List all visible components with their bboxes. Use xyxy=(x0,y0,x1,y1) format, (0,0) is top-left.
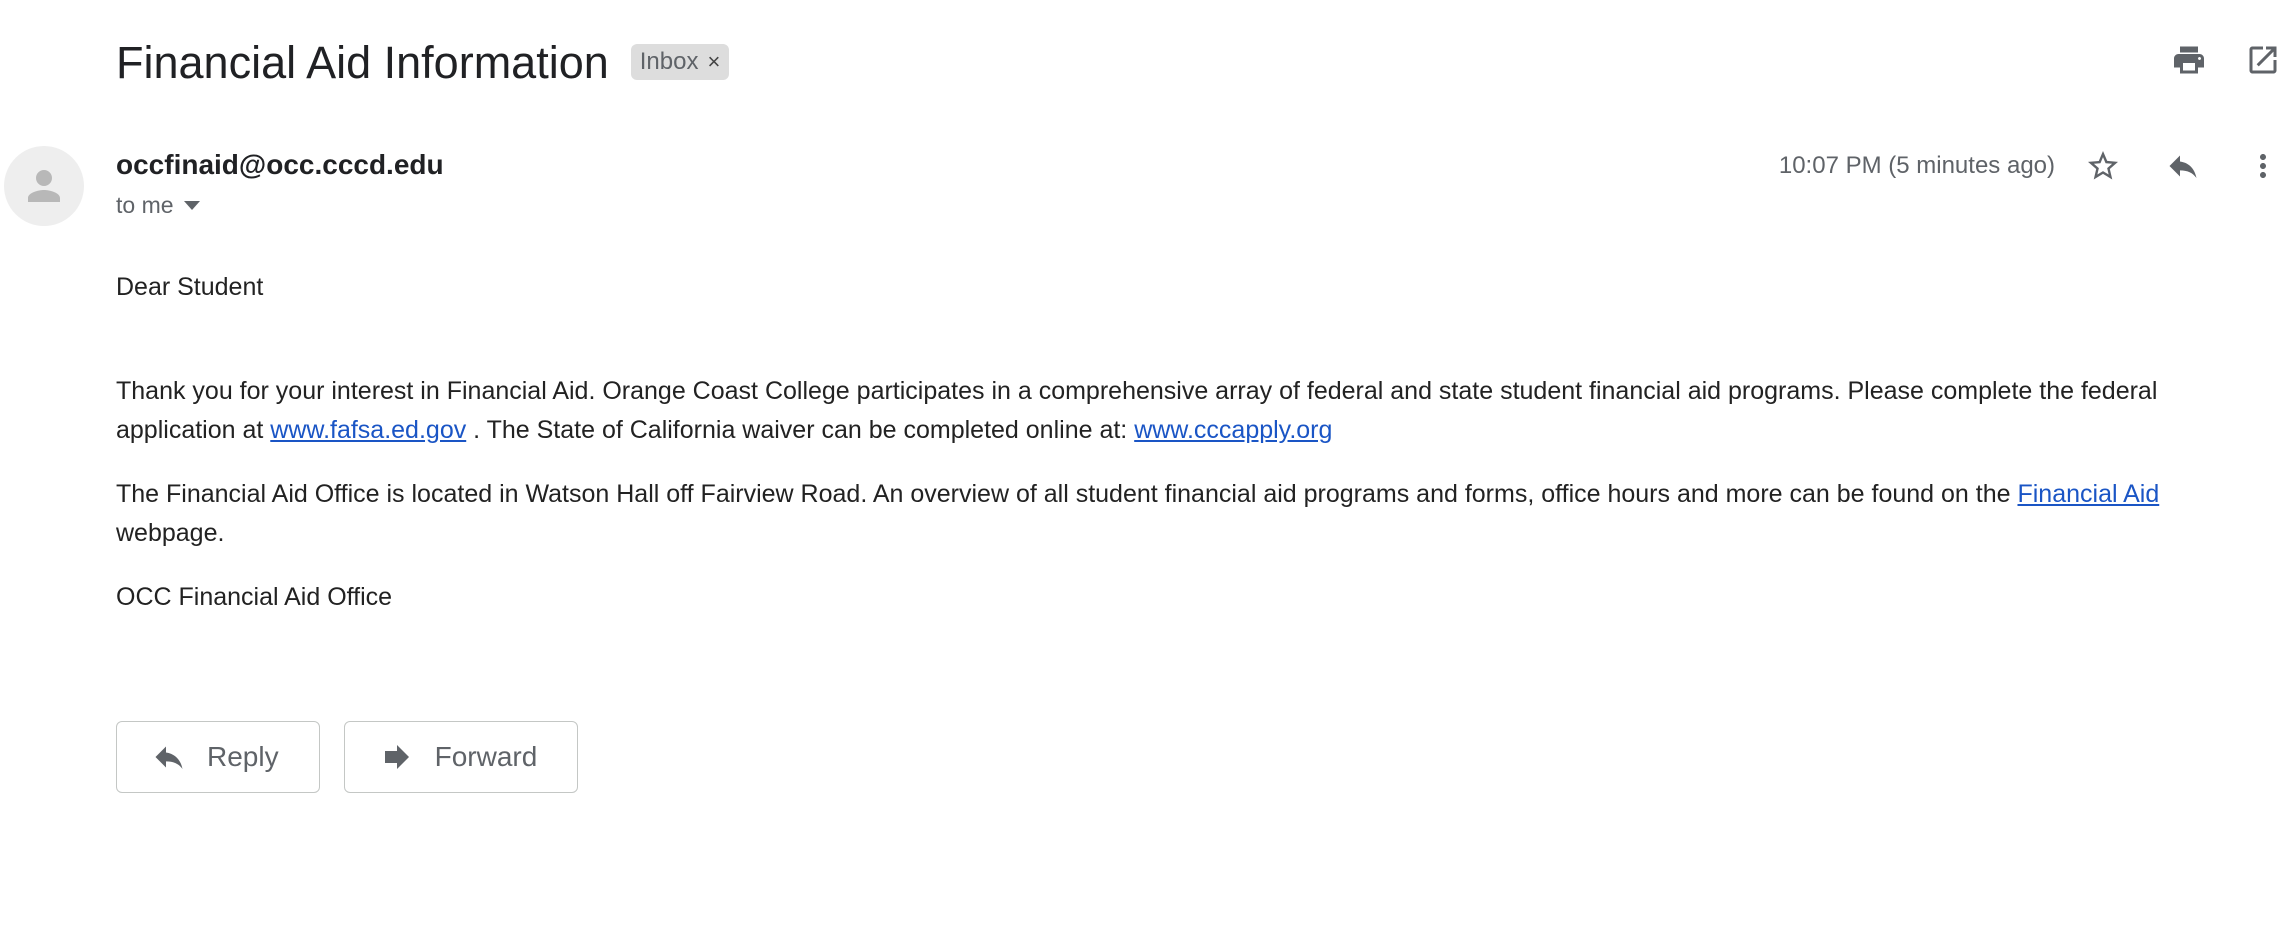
forward-button[interactable]: Forward xyxy=(343,721,579,793)
paragraph-application: Thank you for your interest in Financial… xyxy=(116,372,2266,450)
paragraph-text: webpage. xyxy=(116,519,225,547)
recipient-text: to me xyxy=(116,192,174,218)
subject-row: Financial Aid Information Inbox × xyxy=(116,30,730,94)
email-view: Financial Aid Information Inbox × occfin… xyxy=(0,0,2295,925)
chevron-down-icon xyxy=(183,201,200,210)
reply-icon xyxy=(155,746,183,769)
sender-address[interactable]: occfinaid@occ.cccd.edu xyxy=(116,149,444,181)
sender-avatar[interactable] xyxy=(4,146,84,226)
paragraph-text: . The State of California waiver can be … xyxy=(466,416,1135,444)
message-actions: Reply Forward xyxy=(116,721,579,793)
label-text: Inbox xyxy=(639,48,699,75)
paragraph-office: The Financial Aid Office is located in W… xyxy=(116,475,2266,553)
greeting: Dear Student xyxy=(116,273,264,301)
star-icon xyxy=(2088,151,2118,180)
email-body: Dear Student Thank you for your interest… xyxy=(116,268,2266,642)
open-in-new-window-icon xyxy=(2249,46,2277,74)
reply-button[interactable]: Reply xyxy=(116,721,320,793)
reply-icon xyxy=(2169,155,2197,178)
fafsa-link[interactable]: www.fafsa.ed.gov xyxy=(270,416,466,444)
star-button[interactable] xyxy=(2081,144,2125,188)
message-timestamp: 10:07 PM (5 minutes ago) xyxy=(1778,152,2055,179)
thread-actions xyxy=(2167,38,2285,82)
more-options-button[interactable] xyxy=(2241,144,2285,188)
more-vert-icon xyxy=(2260,154,2266,178)
inbox-label-chip[interactable]: Inbox × xyxy=(630,44,730,80)
financial-aid-link[interactable]: Financial Aid xyxy=(2017,480,2159,508)
remove-label-button[interactable]: × xyxy=(707,49,720,75)
recipient-details-toggle[interactable]: to me xyxy=(116,192,200,219)
email-subject: Financial Aid Information xyxy=(116,36,609,88)
open-in-new-window-button[interactable] xyxy=(2241,38,2285,82)
message-meta: 10:07 PM (5 minutes ago) xyxy=(1779,144,2285,188)
person-icon xyxy=(28,170,60,202)
paragraph-text: The Financial Aid Office is located in W… xyxy=(116,480,2018,508)
reply-icon-button[interactable] xyxy=(2161,144,2205,188)
reply-label: Reply xyxy=(207,741,279,772)
print-icon xyxy=(2174,46,2204,74)
forward-icon xyxy=(384,745,409,769)
signature: OCC Financial Aid Office xyxy=(116,583,393,611)
cccapply-link[interactable]: www.cccapply.org xyxy=(1134,416,1332,444)
forward-label: Forward xyxy=(434,741,538,772)
print-button[interactable] xyxy=(2167,38,2211,82)
